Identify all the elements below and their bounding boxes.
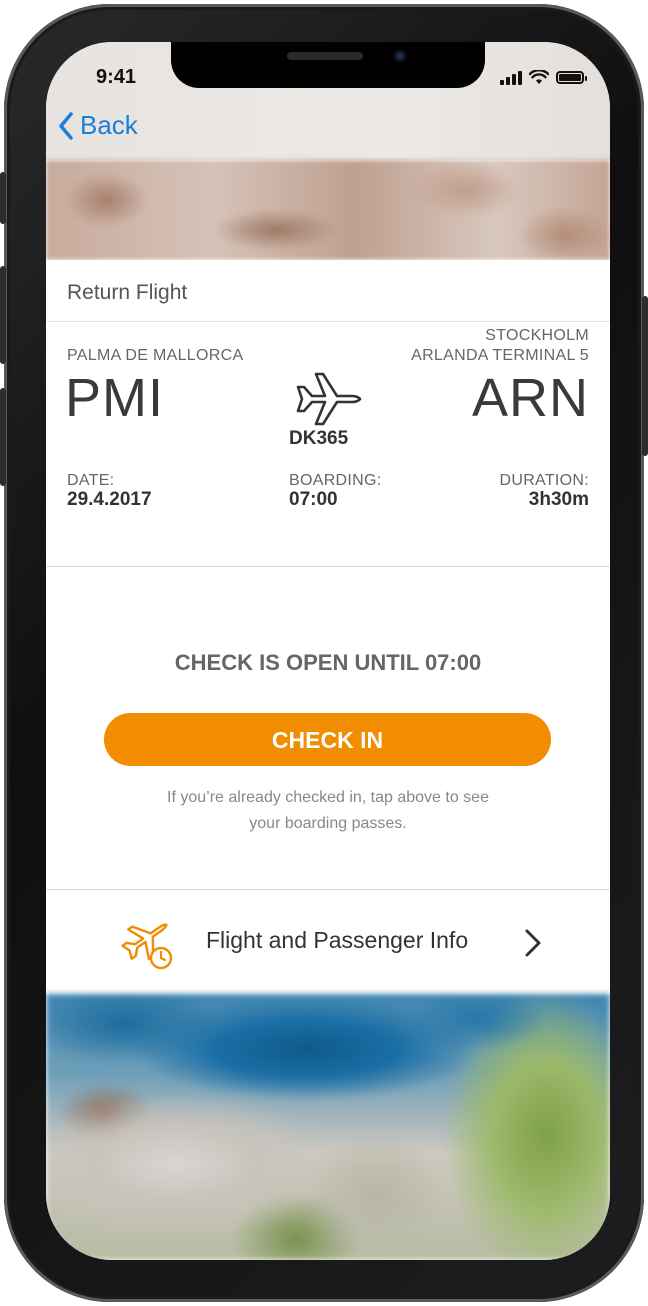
destination-city: STOCKHOLM	[485, 327, 589, 344]
back-label: Back	[80, 110, 138, 140]
battery-icon	[556, 71, 587, 84]
wifi-icon	[529, 70, 549, 84]
chevron-right-icon	[525, 929, 541, 957]
speaker	[287, 52, 363, 60]
back-button[interactable]: Back	[58, 110, 138, 141]
signal-icon	[500, 70, 522, 85]
destination-code: ARN	[471, 368, 589, 428]
duration-label: DURATION:	[499, 472, 589, 489]
date-label: DATE:	[67, 472, 115, 489]
status-time: 9:41	[96, 66, 137, 88]
flight-card: Return Flight PALMA DE MALLORCA PMI STOC…	[46, 260, 610, 997]
mute-switch	[0, 172, 6, 224]
checkin-hint: If you’re already checked in, tap above …	[126, 785, 530, 837]
origin-city: PALMA DE MALLORCA	[67, 347, 244, 364]
destination-terminal: ARLANDA TERMINAL 5	[411, 347, 589, 364]
volume-up-button	[0, 266, 6, 364]
destination-photo	[46, 994, 610, 1260]
section-title: Return Flight	[46, 260, 610, 322]
checkin-hint-line1: If you’re already checked in, tap above …	[167, 789, 489, 806]
status-icons	[500, 70, 587, 85]
checkin-section: CHECK IS OPEN UNTIL 07:00 CHECK IN If yo…	[46, 567, 610, 890]
boarding-label: BOARDING:	[289, 472, 382, 489]
checkin-hint-line2: your boarding passes.	[249, 815, 407, 832]
boarding-value: 07:00	[289, 489, 338, 510]
airplane-icon	[296, 372, 362, 426]
date-value: 29.4.2017	[67, 489, 152, 510]
chevron-left-icon	[59, 111, 73, 140]
duration-value: 3h30m	[528, 489, 589, 510]
plane-clock-icon	[121, 923, 173, 970]
notch	[171, 42, 485, 88]
flight-details: PALMA DE MALLORCA PMI STOCKHOLM ARLANDA …	[46, 322, 610, 567]
front-camera	[393, 49, 407, 63]
flight-passenger-info-row[interactable]: Flight and Passenger Info	[46, 890, 610, 997]
check-in-button[interactable]: CHECK IN	[104, 713, 551, 766]
volume-down-button	[0, 388, 6, 486]
screen: 9:41 Back Return Flight PALMA DE MALLORC…	[46, 42, 610, 1260]
phone-frame: 9:41 Back Return Flight PALMA DE MALLORC…	[0, 4, 648, 1302]
flight-passenger-info-label: Flight and Passenger Info	[206, 927, 469, 953]
hero-image	[46, 160, 610, 260]
flight-number: DK365	[289, 428, 349, 449]
navigation-bar: 9:41 Back	[46, 42, 610, 160]
side-button	[642, 296, 648, 456]
checkin-status: CHECK IS OPEN UNTIL 07:00	[174, 650, 482, 675]
origin-code: PMI	[65, 368, 165, 428]
